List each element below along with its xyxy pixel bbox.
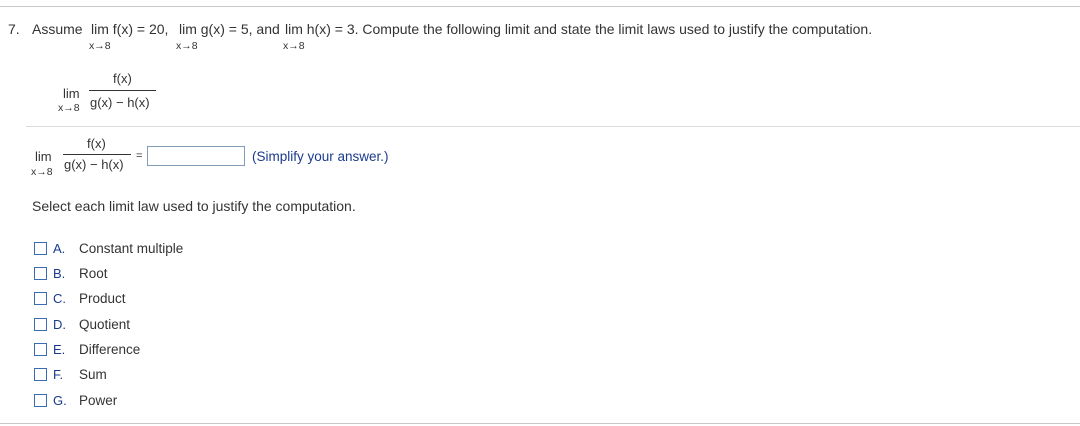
law-option[interactable]: C. Product bbox=[34, 289, 126, 307]
limit-f: lim f(x) = 20, bbox=[91, 21, 169, 37]
option-letter: G. bbox=[53, 392, 67, 408]
question-number: 7. bbox=[8, 21, 20, 37]
checkbox[interactable] bbox=[34, 342, 47, 356]
checkbox[interactable] bbox=[34, 393, 47, 407]
limit-h-approach: x→8 bbox=[283, 40, 305, 52]
equals-sign: = bbox=[136, 150, 143, 162]
answer-input[interactable] bbox=[147, 146, 245, 166]
expression-approach: x→8 bbox=[58, 102, 80, 114]
law-option[interactable]: E. Difference bbox=[34, 340, 140, 358]
option-letter: E. bbox=[53, 341, 66, 357]
law-option[interactable]: B. Root bbox=[34, 264, 108, 282]
option-label: Sum bbox=[79, 366, 107, 382]
assume-label: Assume bbox=[32, 21, 83, 37]
answer-denominator: g(x) − h(x) bbox=[64, 157, 124, 172]
limit-g-approach: x→8 bbox=[176, 40, 198, 52]
limit-f-approach: x→8 bbox=[89, 40, 111, 52]
checkbox[interactable] bbox=[34, 241, 47, 255]
laws-prompt: Select each limit law used to justify th… bbox=[32, 198, 356, 214]
expression-lim: lim bbox=[63, 86, 80, 101]
answer-lim: lim bbox=[35, 149, 52, 164]
option-letter: B. bbox=[53, 265, 66, 281]
section-divider bbox=[26, 126, 1080, 127]
law-option[interactable]: F. Sum bbox=[34, 365, 107, 383]
expression-numerator: f(x) bbox=[113, 71, 132, 86]
simplify-hint: (Simplify your answer.) bbox=[252, 149, 389, 164]
law-option[interactable]: G. Power bbox=[34, 391, 117, 409]
checkbox[interactable] bbox=[34, 367, 47, 381]
option-label: Root bbox=[79, 265, 108, 281]
answer-approach: x→8 bbox=[31, 166, 53, 178]
option-letter: F. bbox=[53, 366, 64, 382]
law-option[interactable]: A. Constant multiple bbox=[34, 239, 183, 257]
option-label: Constant multiple bbox=[79, 240, 184, 256]
option-label: Quotient bbox=[79, 316, 131, 332]
option-label: Power bbox=[79, 392, 118, 408]
option-letter: A. bbox=[53, 240, 66, 256]
answer-numerator: f(x) bbox=[87, 136, 106, 151]
limit-g: lim g(x) = 5, and bbox=[179, 21, 280, 37]
expression-denominator: g(x) − h(x) bbox=[90, 95, 150, 110]
option-label: Product bbox=[79, 290, 126, 306]
bottom-rule bbox=[0, 423, 1080, 424]
checkbox[interactable] bbox=[34, 266, 47, 280]
law-option[interactable]: D. Quotient bbox=[34, 315, 130, 333]
option-letter: C. bbox=[53, 290, 66, 306]
option-label: Difference bbox=[79, 341, 141, 357]
checkbox[interactable] bbox=[34, 291, 47, 305]
option-letter: D. bbox=[53, 316, 66, 332]
answer-fraction-bar bbox=[63, 154, 131, 155]
limit-h: lim h(x) = 3. Compute the following limi… bbox=[285, 21, 873, 37]
expression-fraction-bar bbox=[89, 90, 156, 91]
checkbox[interactable] bbox=[34, 317, 47, 331]
top-rule bbox=[0, 6, 1080, 7]
